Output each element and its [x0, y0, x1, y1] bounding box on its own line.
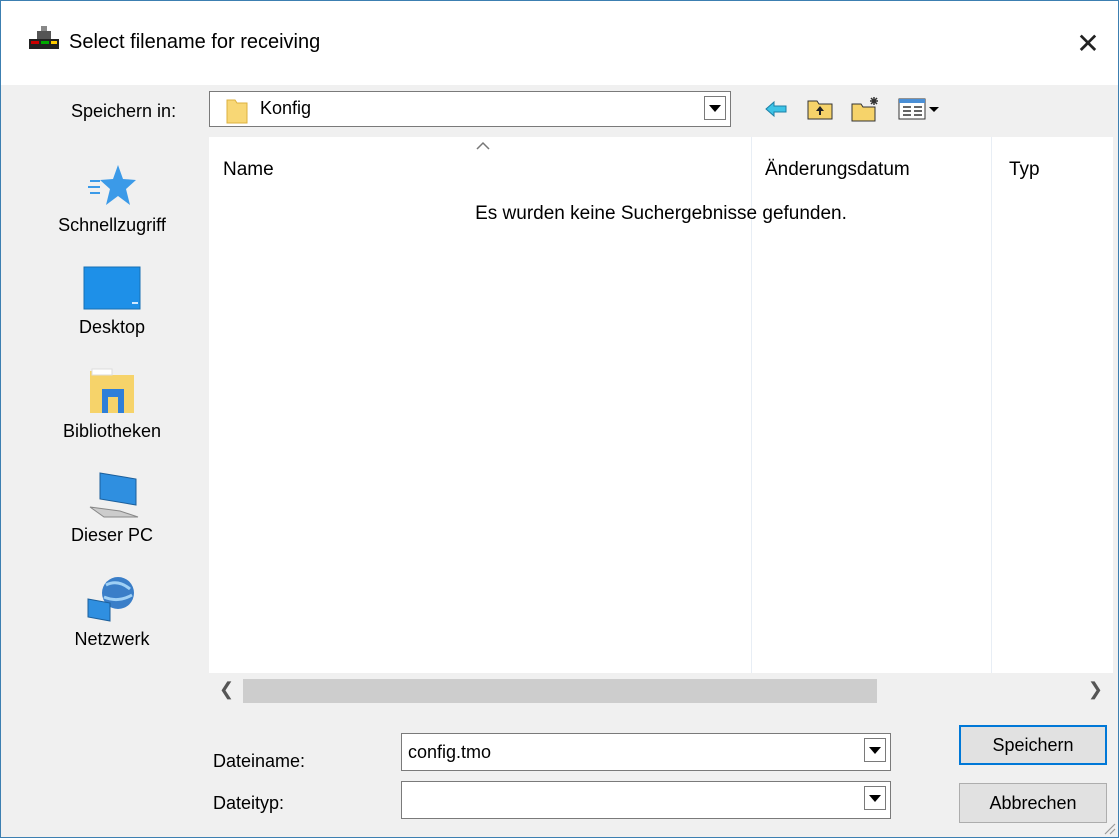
computer-icon	[89, 472, 139, 518]
filetype-dropdown-button[interactable]	[864, 786, 886, 810]
sort-ascending-icon	[476, 141, 490, 150]
location-value: Konfig	[260, 98, 312, 118]
filename-value: config.tmo	[408, 742, 492, 762]
filetype-label: Dateityp:	[213, 793, 285, 813]
chevron-down-icon	[709, 104, 721, 112]
scroll-right-icon[interactable]: ❯	[1088, 679, 1103, 700]
view-menu-button[interactable]	[897, 95, 953, 123]
save-dialog: Select filename for receiving ✕ Speicher…	[0, 0, 1119, 838]
places-bar: Schnellzugriff Desktop Bibliotheken Dies…	[37, 141, 187, 681]
desktop-icon	[83, 266, 141, 310]
folder-icon	[226, 99, 248, 124]
close-icon: ✕	[1076, 27, 1100, 59]
location-combo[interactable]: Konfig	[209, 91, 731, 127]
scroll-thumb[interactable]	[243, 679, 877, 703]
filename-label: Dateiname:	[213, 751, 306, 771]
place-this-pc[interactable]: Dieser PC	[37, 471, 187, 546]
window-title: Select filename for receiving	[69, 31, 321, 53]
cancel-button[interactable]: Abbrechen	[959, 783, 1107, 823]
back-icon	[765, 100, 787, 118]
place-label: Dieser PC	[70, 525, 154, 545]
app-icon	[29, 26, 59, 49]
up-folder-button[interactable]	[805, 95, 835, 123]
place-label: Schnellzugriff	[58, 215, 166, 235]
place-desktop[interactable]: Desktop	[37, 265, 187, 338]
network-icon	[87, 577, 134, 622]
star-icon	[88, 165, 136, 205]
column-header-name[interactable]: Name	[223, 159, 274, 181]
filename-dropdown-button[interactable]	[864, 738, 886, 762]
chevron-down-icon	[869, 794, 881, 802]
new-folder-icon	[851, 97, 878, 122]
column-header-type[interactable]: Typ	[1009, 159, 1040, 181]
title-bar[interactable]: Select filename for receiving ✕	[1, 1, 1118, 85]
view-menu-icon	[898, 98, 939, 120]
column-header-date[interactable]: Änderungsdatum	[765, 159, 910, 181]
place-label: Desktop	[78, 317, 146, 337]
empty-message: Es wurden keine Suchergebnisse gefunden.	[475, 203, 847, 224]
libraries-icon	[90, 368, 134, 413]
up-folder-icon	[807, 100, 833, 120]
resize-grip-icon[interactable]	[1100, 819, 1116, 835]
chevron-down-icon	[869, 746, 881, 754]
place-label: Netzwerk	[74, 629, 150, 649]
filetype-select[interactable]	[401, 781, 891, 819]
save-button[interactable]: Speichern	[959, 725, 1107, 765]
scroll-left-icon[interactable]: ❮	[219, 679, 234, 700]
close-button[interactable]: ✕	[1058, 1, 1118, 85]
horizontal-scrollbar[interactable]: ❮ ❯	[209, 673, 1113, 709]
filename-field[interactable]: config.tmo	[401, 733, 891, 771]
place-schnellzugriff[interactable]: Schnellzugriff	[37, 161, 187, 236]
save-in-label: Speichern in:	[71, 101, 177, 121]
new-folder-button[interactable]	[851, 95, 881, 123]
back-button[interactable]	[761, 95, 791, 123]
place-libraries[interactable]: Bibliotheken	[37, 367, 187, 442]
place-label: Bibliotheken	[62, 421, 162, 441]
place-network[interactable]: Netzwerk	[37, 575, 187, 650]
location-dropdown-button[interactable]	[704, 96, 726, 120]
file-list[interactable]: Name Änderungsdatum Typ Es wurden keine …	[209, 137, 1113, 673]
